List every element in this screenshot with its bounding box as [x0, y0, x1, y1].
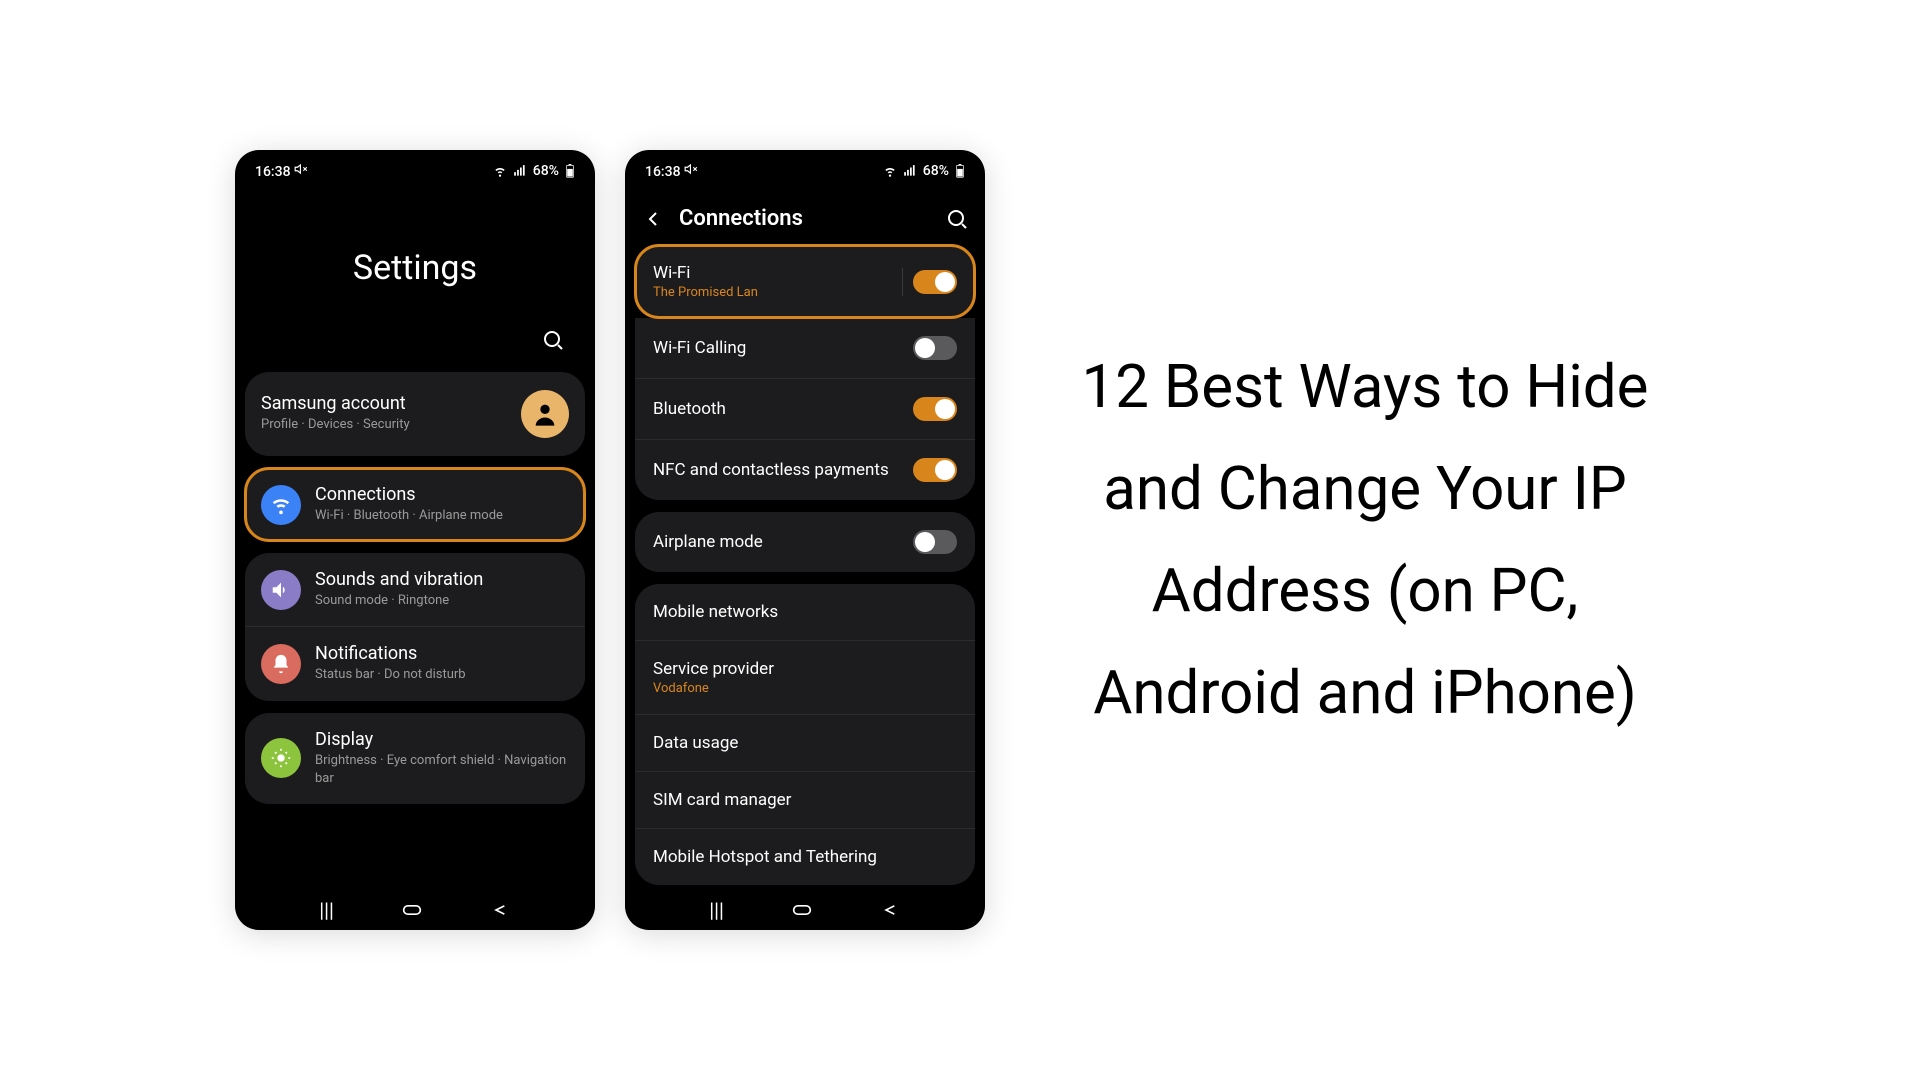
brightness-icon: [261, 738, 301, 778]
wifi-toggle[interactable]: [913, 270, 957, 294]
row-title: Data usage: [653, 733, 957, 753]
settings-phone: 16:38 68%: [235, 150, 595, 930]
row-title: Airplane mode: [653, 532, 913, 552]
mute-icon: [684, 162, 698, 176]
status-right: 68%: [493, 163, 575, 179]
row-title: Mobile networks: [653, 602, 957, 622]
wifi-icon: [883, 164, 897, 178]
airplane-row[interactable]: Airplane mode: [635, 512, 975, 572]
back-icon[interactable]: [641, 207, 665, 231]
wifi-network-name: The Promised Lan: [653, 285, 902, 300]
bluetooth-toggle[interactable]: [913, 397, 957, 421]
row-title: Bluetooth: [653, 399, 913, 419]
airplane-card: Airplane mode: [635, 512, 975, 572]
row-title: Mobile Hotspot and Tethering: [653, 847, 957, 867]
battery-icon: [565, 164, 575, 178]
row-title: SIM card manager: [653, 790, 957, 810]
row-title: Notifications: [315, 643, 569, 664]
display-row[interactable]: Display Brightness · Eye comfort shield …: [245, 713, 585, 804]
wifi-calling-toggle[interactable]: [913, 336, 957, 360]
wifi-calling-row[interactable]: Wi-Fi Calling: [635, 318, 975, 379]
recents-button[interactable]: |||: [709, 900, 724, 920]
status-bar: 16:38 68%: [235, 150, 595, 188]
connections-phone: 16:38 68%: [625, 150, 985, 930]
connections-header: Connections: [625, 188, 985, 245]
row-title: Display: [315, 729, 569, 750]
status-left: 16:38: [255, 162, 308, 180]
signal-icon: [513, 164, 527, 178]
hotspot-row[interactable]: Mobile Hotspot and Tethering: [635, 829, 975, 885]
back-button[interactable]: [491, 900, 511, 920]
wifi-icon: [493, 164, 507, 178]
back-button[interactable]: [881, 900, 901, 920]
sound-icon: [261, 570, 301, 610]
row-sub: Sound mode · Ringtone: [315, 592, 569, 610]
avatar[interactable]: [521, 390, 569, 438]
nfc-toggle[interactable]: [913, 458, 957, 482]
mobile-networks-row[interactable]: Mobile networks: [635, 584, 975, 641]
status-bar: 16:38 68%: [625, 150, 985, 188]
status-left: 16:38: [645, 162, 698, 180]
search-icon[interactable]: [541, 328, 565, 352]
mute-icon: [294, 162, 308, 176]
service-provider-row[interactable]: Service provider Vodafone: [635, 641, 975, 715]
status-time: 16:38: [255, 164, 291, 180]
home-button[interactable]: [402, 900, 422, 920]
row-title: NFC and contactless payments: [653, 460, 913, 480]
nfc-row[interactable]: NFC and contactless payments: [635, 440, 975, 500]
row-sub: Brightness · Eye comfort shield · Naviga…: [315, 752, 569, 788]
wifi-row[interactable]: Wi-Fi The Promised Lan: [635, 245, 975, 318]
home-button[interactable]: [792, 900, 812, 920]
connections-title: Connections: [679, 206, 931, 231]
mobile-group: Mobile networks Service provider Vodafon…: [635, 584, 975, 885]
nav-bar: |||: [625, 900, 985, 930]
row-title: Sounds and vibration: [315, 569, 569, 590]
settings-group-card: Sounds and vibration Sound mode · Ringto…: [245, 553, 585, 700]
display-card: Display Brightness · Eye comfort shield …: [245, 713, 585, 804]
nav-bar: |||: [235, 900, 595, 930]
battery-text: 68%: [533, 163, 559, 179]
status-right: 68%: [883, 163, 965, 179]
row-title: Service provider: [653, 659, 957, 679]
battery-icon: [955, 164, 965, 178]
wifi-circle-icon: [261, 485, 301, 525]
sim-manager-row[interactable]: SIM card manager: [635, 772, 975, 829]
provider-name: Vodafone: [653, 681, 957, 696]
search-icon[interactable]: [945, 207, 969, 231]
battery-text: 68%: [923, 163, 949, 179]
row-sub: Wi-Fi · Bluetooth · Airplane mode: [315, 507, 569, 525]
account-sub: Profile · Devices · Security: [261, 416, 507, 434]
wifi-card: Wi-Fi The Promised Lan: [635, 245, 975, 318]
row-title: Connections: [315, 484, 569, 505]
row-title: Wi-Fi Calling: [653, 338, 913, 358]
notifications-row[interactable]: Notifications Status bar · Do not distur…: [245, 627, 585, 700]
bell-icon: [261, 644, 301, 684]
network-group-1: Wi-Fi Calling Bluetooth NFC and contactl…: [635, 318, 975, 500]
wifi-title: Wi-Fi: [653, 263, 902, 283]
page-title: Settings: [235, 188, 595, 328]
account-title: Samsung account: [261, 393, 507, 414]
account-card[interactable]: Samsung account Profile · Devices · Secu…: [245, 372, 585, 456]
data-usage-row[interactable]: Data usage: [635, 715, 975, 772]
article-headline: 12 Best Ways to Hide and Change Your IP …: [1045, 336, 1685, 744]
airplane-toggle[interactable]: [913, 530, 957, 554]
divider: [902, 268, 903, 296]
signal-icon: [903, 164, 917, 178]
row-sub: Status bar · Do not disturb: [315, 666, 569, 684]
connections-card[interactable]: Connections Wi-Fi · Bluetooth · Airplane…: [245, 468, 585, 541]
sounds-row[interactable]: Sounds and vibration Sound mode · Ringto…: [245, 553, 585, 627]
recents-button[interactable]: |||: [319, 900, 334, 920]
status-time: 16:38: [645, 164, 681, 180]
bluetooth-row[interactable]: Bluetooth: [635, 379, 975, 440]
